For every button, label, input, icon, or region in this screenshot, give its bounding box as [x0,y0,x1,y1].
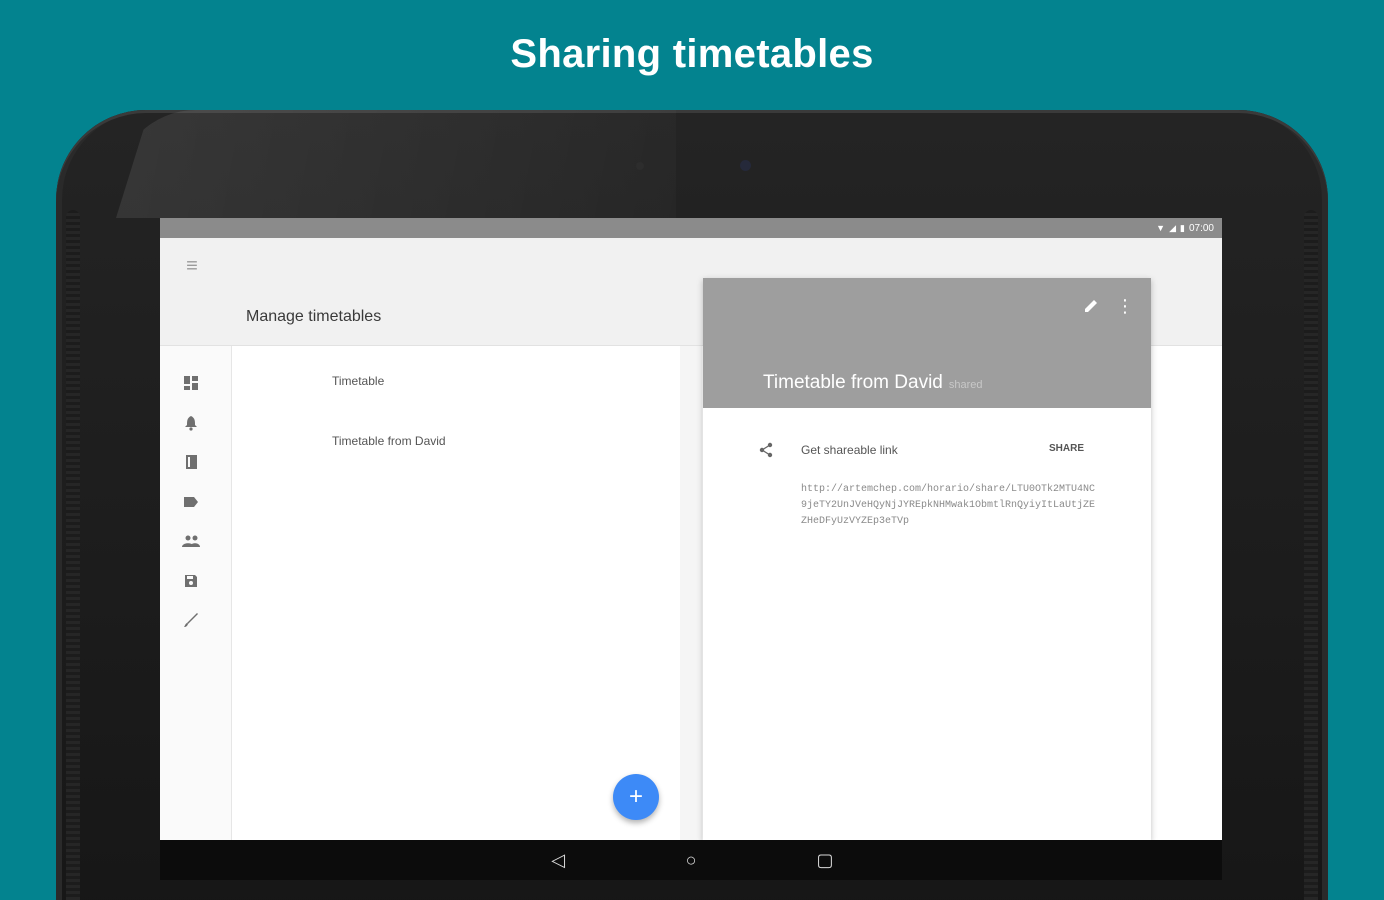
back-icon[interactable]: ◁ [545,848,571,872]
front-camera [740,160,751,171]
speaker-right [1304,210,1318,900]
timetable-detail-card: ⋮ Timetable from David shared Get shareab… [703,278,1151,840]
menu-icon[interactable]: ≡ [178,254,206,278]
share-button[interactable]: SHARE [1049,443,1084,454]
timetable-list: Timetable Timetable from David [232,346,680,840]
people-icon[interactable] [178,530,204,552]
navigation-rail [160,346,232,840]
save-icon[interactable] [178,570,204,592]
label-icon-glyph [184,497,198,507]
add-timetable-button[interactable]: + [613,774,659,820]
headline: Sharing timetables [510,32,874,76]
shareable-link-text[interactable]: http://artemchep.com/horario/share/LTU0O… [801,482,1101,530]
more-options-icon[interactable]: ⋮ [1113,294,1137,318]
list-item-timetable-from-david[interactable]: Timetable from David [332,434,446,448]
share-icon-glyph [759,442,773,458]
list-item-timetable[interactable]: Timetable [332,374,384,388]
dashboard-icon[interactable] [178,372,204,394]
edit-icon[interactable] [1079,294,1103,318]
people-icon-glyph [182,535,200,547]
bell-icon-glyph [185,416,197,431]
sensor-dot [636,162,644,170]
brush-icon[interactable] [178,609,204,631]
navigation-bar: ◁ ○ ▢ [160,840,1222,880]
get-shareable-link-label: Get shareable link [801,443,898,457]
book-icon-glyph [185,455,197,469]
tablet-screen: ▼ ◢ ▮ 07:00 ≡ Manage timetables Timetabl… [160,218,1222,880]
share-icon [755,440,777,460]
label-icon[interactable] [178,491,204,513]
shared-badge: shared [948,379,983,391]
pane-divider [680,346,702,840]
brush-icon-glyph [184,613,198,627]
status-time: 07:00 [1188,222,1214,234]
signal-icon: ◢ [1169,222,1177,233]
recent-apps-icon[interactable]: ▢ [812,848,838,872]
speaker-left [66,210,80,900]
detail-title: Timetable from David shared [763,372,983,394]
status-bar: ▼ ◢ ▮ 07:00 [160,218,1222,238]
dashboard-icon-glyph [184,376,198,390]
wifi-icon: ▼ [1156,222,1166,233]
pencil-glyph [1085,300,1097,312]
book-icon[interactable] [178,451,204,473]
add-icon: + [628,783,643,810]
tablet-glare [116,110,676,218]
detail-header: ⋮ Timetable from David shared [703,278,1151,408]
detail-title-text: Timetable from David [763,372,943,393]
bell-icon[interactable] [178,412,204,434]
home-icon[interactable]: ○ [678,848,704,872]
battery-icon: ▮ [1180,222,1185,233]
save-icon-glyph [185,575,197,587]
page-title: Manage timetables [246,308,382,325]
